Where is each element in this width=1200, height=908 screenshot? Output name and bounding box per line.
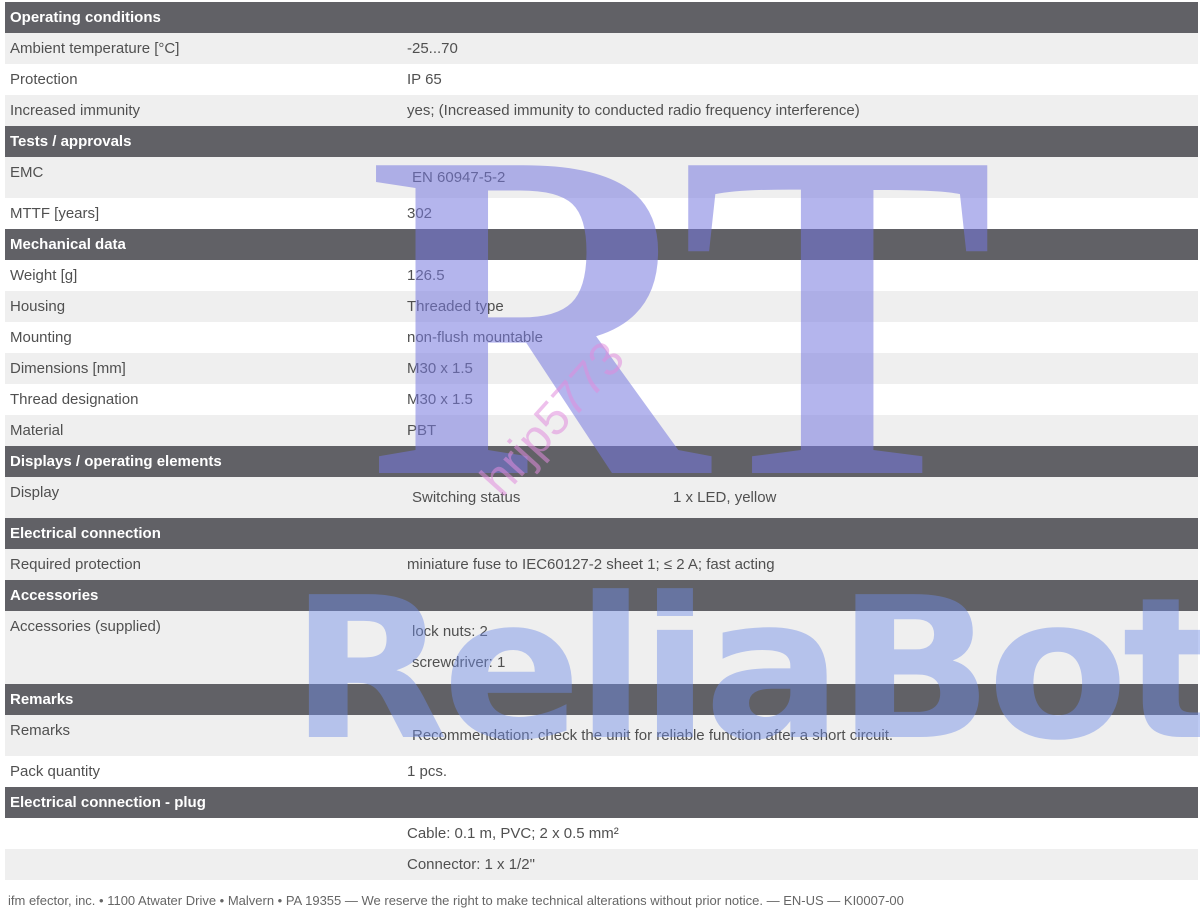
row-label: Housing: [10, 298, 66, 315]
section-header-electrical-connection: Electrical connection: [5, 518, 1198, 549]
row-label: Thread designation: [10, 391, 139, 408]
row-label: Increased immunity: [10, 102, 141, 119]
row-value: M30 x 1.5: [407, 360, 473, 377]
row-value: non-flush mountable: [407, 329, 543, 346]
row-label: Accessories (supplied): [10, 618, 161, 635]
row-label: EMC: [10, 164, 44, 181]
row-label: Pack quantity: [10, 763, 101, 780]
section-header-mechanical-data: Mechanical data: [5, 229, 1198, 260]
row-label: Required protection: [10, 556, 141, 573]
row-mttf: MTTF [years] 302: [5, 198, 1198, 229]
row-value: Cable: 0.1 m, PVC; 2 x 0.5 mm²: [407, 825, 619, 842]
row-label: Mounting: [10, 329, 72, 346]
row-mounting: Mounting non-flush mountable: [5, 322, 1198, 353]
section-header-remarks: Remarks: [5, 684, 1198, 715]
row-label: Dimensions [mm]: [10, 360, 126, 377]
row-value: 1 pcs.: [407, 763, 448, 780]
row-value: 1 x LED, yellow: [673, 489, 777, 506]
section-header-electrical-connection-plug: Electrical connection - plug: [5, 787, 1198, 818]
row-value: EN 60947-5-2: [412, 169, 506, 186]
row-display: Display Switching status 1 x LED, yellow: [5, 477, 1198, 518]
row-label: Material: [10, 422, 64, 439]
row-label: Protection: [10, 71, 78, 88]
row-thread-designation: Thread designation M30 x 1.5: [5, 384, 1198, 415]
row-subkey: Switching status: [412, 489, 521, 506]
row-value: Recommendation: check the unit for relia…: [412, 727, 894, 744]
section-header-operating-conditions: Operating conditions: [5, 2, 1198, 33]
row-value-line-1: lock nuts: 2: [412, 623, 488, 640]
row-weight: Weight [g] 126.5: [5, 260, 1198, 291]
row-dimensions: Dimensions [mm] M30 x 1.5: [5, 353, 1198, 384]
section-header-tests-approvals: Tests / approvals: [5, 126, 1198, 157]
row-value: Threaded type: [407, 298, 504, 315]
row-label: Ambient temperature [°C]: [10, 40, 180, 57]
row-remarks: Remarks Recommendation: check the unit f…: [5, 715, 1198, 756]
row-ambient-temperature: Ambient temperature [°C] -25...70: [5, 33, 1198, 64]
row-value: yes; (Increased immunity to conducted ra…: [407, 102, 860, 119]
row-increased-immunity: Increased immunity yes; (Increased immun…: [5, 95, 1198, 126]
section-header-accessories: Accessories: [5, 580, 1198, 611]
row-required-protection: Required protection miniature fuse to IE…: [5, 549, 1198, 580]
row-value: M30 x 1.5: [407, 391, 473, 408]
page-footer: ifm efector, inc. • 1100 Atwater Drive •…: [8, 893, 904, 908]
row-value-line-2: screwdriver: 1: [412, 654, 506, 671]
row-value: -25...70: [407, 40, 458, 57]
row-pack-quantity: Pack quantity 1 pcs.: [5, 756, 1198, 787]
row-housing: Housing Threaded type: [5, 291, 1198, 322]
row-value: miniature fuse to IEC60127-2 sheet 1; ≤ …: [407, 556, 775, 573]
row-label: MTTF [years]: [10, 205, 100, 222]
row-label: Display: [10, 484, 60, 501]
row-value: IP 65: [407, 71, 442, 88]
row-accessories-supplied: Accessories (supplied) lock nuts: 2 scre…: [5, 611, 1198, 684]
row-connector: Connector: 1 x 1/2": [5, 849, 1198, 880]
row-value: PBT: [407, 422, 437, 439]
row-cable: Cable: 0.1 m, PVC; 2 x 0.5 mm²: [5, 818, 1198, 849]
row-label: Remarks: [10, 722, 71, 739]
row-emc: EMC EN 60947-5-2: [5, 157, 1198, 198]
section-header-displays-operating-elements: Displays / operating elements: [5, 446, 1198, 477]
spec-table: Operating conditions Ambient temperature…: [5, 2, 1198, 880]
row-value: 126.5: [407, 267, 445, 284]
row-value: Connector: 1 x 1/2": [407, 856, 535, 873]
row-value: 302: [407, 205, 433, 222]
row-material: Material PBT: [5, 415, 1198, 446]
row-protection: Protection IP 65: [5, 64, 1198, 95]
row-label: Weight [g]: [10, 267, 78, 284]
